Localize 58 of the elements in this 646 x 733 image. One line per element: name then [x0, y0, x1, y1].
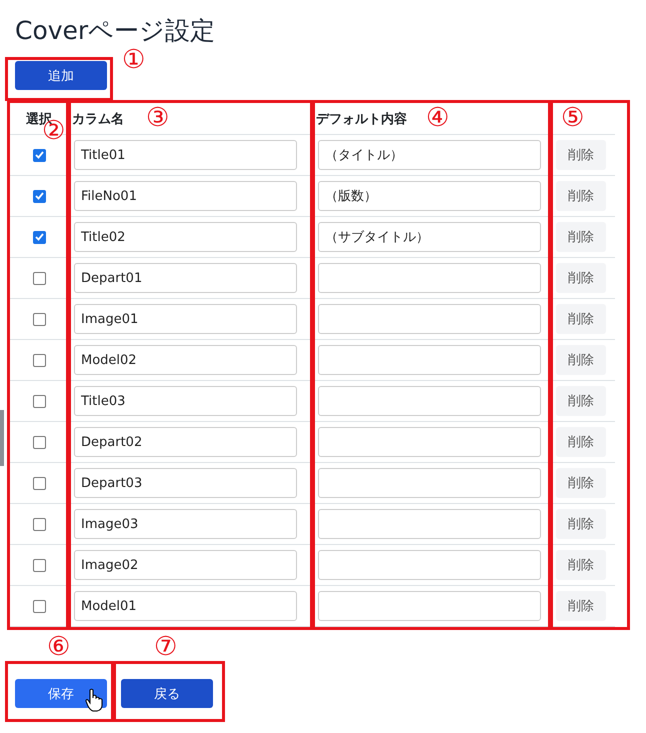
- default-content-field[interactable]: （版数）: [318, 181, 541, 211]
- select-checkbox[interactable]: [32, 230, 46, 244]
- annotation-number: ⑥: [47, 634, 70, 660]
- default-content-field[interactable]: [318, 304, 541, 334]
- default-content-field[interactable]: [318, 386, 541, 416]
- default-content-field[interactable]: [318, 427, 541, 457]
- select-checkbox[interactable]: [32, 312, 46, 326]
- column-name-field[interactable]: Model02: [74, 345, 297, 375]
- select-checkbox[interactable]: [32, 394, 46, 408]
- page-title: Coverページ設定: [15, 15, 216, 47]
- delete-button[interactable]: 削除: [556, 509, 606, 539]
- default-content-field[interactable]: （サブタイトル）: [318, 222, 541, 252]
- select-checkbox[interactable]: [32, 436, 46, 448]
- delete-button[interactable]: 削除: [556, 468, 606, 498]
- delete-button[interactable]: 削除: [556, 304, 606, 334]
- column-name-field[interactable]: Image02: [74, 550, 297, 580]
- hand-cursor-icon: [85, 688, 103, 712]
- select-checkbox[interactable]: [32, 272, 46, 284]
- annotation-number: ④: [426, 105, 450, 131]
- back-button[interactable]: 戻る: [121, 679, 213, 708]
- annotation-number: ①: [122, 47, 146, 73]
- column-name-field[interactable]: Depart03: [74, 468, 297, 498]
- select-checkbox[interactable]: [32, 476, 46, 490]
- select-checkbox[interactable]: [32, 190, 46, 202]
- delete-button[interactable]: 削除: [556, 386, 606, 416]
- column-name-field[interactable]: Depart02: [74, 427, 297, 457]
- column-name-field[interactable]: Title02: [74, 222, 297, 252]
- delete-button[interactable]: 削除: [556, 427, 606, 457]
- column-name-field[interactable]: Image03: [74, 509, 297, 539]
- default-content-field[interactable]: [318, 468, 541, 498]
- default-content-field[interactable]: [318, 509, 541, 539]
- delete-button[interactable]: 削除: [556, 140, 606, 170]
- default-content-field[interactable]: [318, 263, 541, 293]
- annotation-number: ⑤: [561, 105, 584, 131]
- select-checkbox[interactable]: [32, 354, 46, 366]
- delete-button[interactable]: 削除: [556, 222, 606, 252]
- delete-button[interactable]: 削除: [556, 263, 606, 293]
- column-name-field[interactable]: Model01: [74, 591, 297, 621]
- select-checkbox[interactable]: [32, 518, 46, 530]
- delete-button[interactable]: 削除: [556, 345, 606, 375]
- select-checkbox[interactable]: [32, 148, 46, 162]
- default-content-field[interactable]: [318, 550, 541, 580]
- select-checkbox[interactable]: [32, 558, 46, 572]
- delete-button[interactable]: 削除: [556, 550, 606, 580]
- delete-button[interactable]: 削除: [556, 181, 606, 211]
- annotation-number: ⑦: [154, 634, 178, 660]
- default-content-field[interactable]: [318, 591, 541, 621]
- column-name-field[interactable]: Depart01: [74, 263, 297, 293]
- column-name-field[interactable]: FileNo01: [74, 181, 297, 211]
- column-name-field[interactable]: Title01: [74, 140, 297, 170]
- column-name-field[interactable]: Title03: [74, 386, 297, 416]
- annotation-number: ③: [146, 105, 170, 131]
- default-content-field[interactable]: [318, 345, 541, 375]
- default-content-field[interactable]: （タイトル）: [318, 140, 541, 170]
- add-button[interactable]: 追加: [15, 61, 107, 90]
- column-name-field[interactable]: Image01: [74, 304, 297, 334]
- delete-button[interactable]: 削除: [556, 591, 606, 621]
- select-checkbox[interactable]: [32, 600, 46, 612]
